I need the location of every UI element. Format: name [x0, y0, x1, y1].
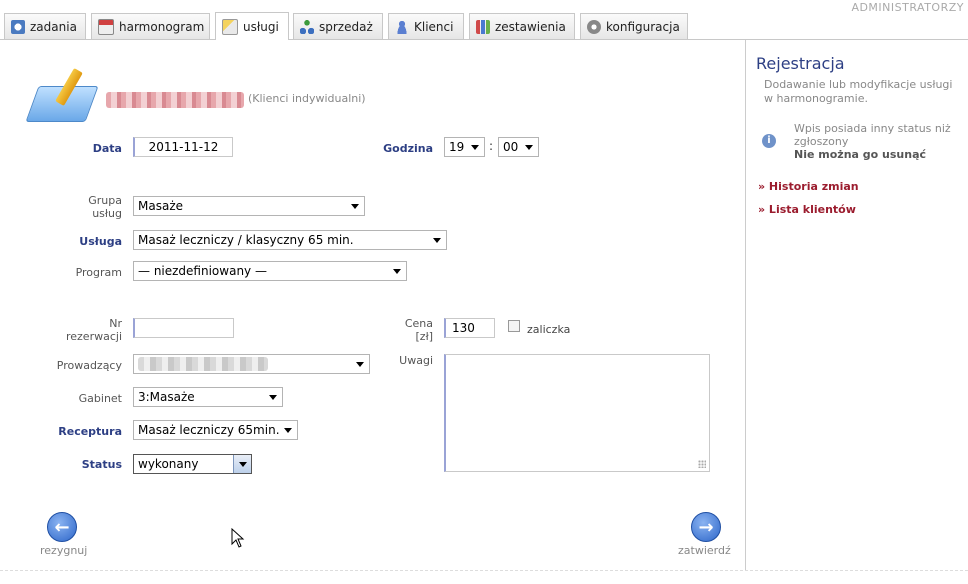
- confirm-button[interactable]: →: [691, 512, 721, 542]
- tab-klienci[interactable]: Klienci: [388, 13, 464, 39]
- network-icon: [300, 19, 314, 34]
- gear-icon: [587, 19, 601, 34]
- notes-textarea[interactable]: [444, 354, 710, 472]
- bar-chart-icon: [476, 19, 490, 34]
- arrow-left-icon: ←: [54, 516, 70, 538]
- status-label: Status: [81, 458, 122, 471]
- tab-konfiguracja[interactable]: konfiguracja: [580, 13, 688, 39]
- room-label: Gabinet: [78, 392, 122, 405]
- chevron-down-icon: [269, 395, 277, 400]
- tab-label: harmonogram: [119, 19, 205, 34]
- registration-form: (Klienci indywidualni) Data 2011-11-12 G…: [0, 40, 745, 570]
- tab-sprzedaz[interactable]: sprzedaż: [293, 13, 383, 39]
- sidebar: Rejestracja Dodawanie lub modyfikacje us…: [745, 40, 968, 570]
- reservation-label: Nr rezerwacji: [65, 317, 122, 343]
- time-label: Godzina: [383, 142, 433, 155]
- chevron-down-icon: [351, 204, 359, 209]
- time-separator: :: [489, 139, 494, 153]
- recipe-select[interactable]: Masaż leczniczy 65min.: [133, 420, 298, 440]
- arrow-right-icon: →: [698, 516, 714, 538]
- cancel-label: rezygnuj: [40, 544, 88, 557]
- confirm-label: zatwierdź: [678, 544, 731, 557]
- cancel-button[interactable]: ←: [47, 512, 77, 542]
- host-label: Prowadzący: [56, 359, 122, 372]
- tab-zestawienia[interactable]: zestawienia: [469, 13, 575, 39]
- host-select[interactable]: [133, 354, 370, 374]
- person-icon: [395, 19, 409, 34]
- client-name: [106, 92, 244, 108]
- group-select[interactable]: Masaże: [133, 196, 365, 216]
- chevron-down-icon: [284, 428, 292, 433]
- footer-divider: [0, 570, 968, 572]
- advance-label: zaliczka: [527, 323, 571, 336]
- tab-uslugi[interactable]: usługi: [215, 12, 289, 40]
- tab-label: zestawienia: [495, 19, 566, 34]
- service-value: Masaż leczniczy / klasyczny 65 min.: [138, 233, 354, 247]
- mouse-cursor-icon: [231, 528, 245, 548]
- pencil-note-icon: [222, 18, 238, 35]
- group-value: Masaże: [138, 199, 183, 213]
- status-select[interactable]: wykonany: [133, 454, 252, 474]
- program-value: — niezdefiniowany —: [138, 264, 267, 278]
- chevron-down-icon: [393, 269, 401, 274]
- resize-grip-icon[interactable]: [698, 460, 706, 468]
- service-label: Usługa: [79, 235, 122, 248]
- group-label: Grupa usług: [88, 194, 122, 220]
- status-info: Wpis posiada inny status niż zgłoszony N…: [794, 122, 959, 161]
- chevron-down-icon: [471, 145, 479, 150]
- tab-label: konfiguracja: [606, 19, 680, 34]
- program-label: Program: [75, 266, 122, 279]
- recipe-label: Receptura: [58, 425, 122, 438]
- status-info-text: Wpis posiada inny status niż zgłoszony: [794, 122, 951, 148]
- sidebar-title: Rejestracja: [756, 54, 845, 73]
- history-link[interactable]: » Historia zmian: [758, 180, 859, 193]
- user-group-label: ADMINISTRATORZY: [851, 1, 964, 14]
- tab-label: zadania: [30, 19, 77, 34]
- tab-label: usługi: [243, 19, 279, 34]
- tab-label: Klienci: [414, 19, 454, 34]
- room-select[interactable]: 3:Masaże: [133, 387, 283, 407]
- host-value: [138, 357, 268, 371]
- minute-value: 00: [503, 140, 519, 154]
- recipe-value: Masaż leczniczy 65min.: [138, 423, 280, 437]
- sidebar-description: Dodawanie lub modyfikacje usługi w harmo…: [764, 78, 953, 105]
- room-value: 3:Masaże: [138, 390, 195, 404]
- chevron-down-icon: [239, 462, 247, 467]
- tab-harmonogram[interactable]: harmonogram: [91, 13, 210, 39]
- tab-zadania[interactable]: zadania: [4, 13, 86, 39]
- tab-label: sprzedaż: [319, 19, 373, 34]
- status-dropdown-button[interactable]: [233, 455, 251, 473]
- clients-list-link[interactable]: » Lista klientów: [758, 203, 856, 216]
- price-field[interactable]: 130: [444, 318, 495, 338]
- hour-select[interactable]: 19: [444, 137, 485, 157]
- info-icon: i: [762, 134, 776, 148]
- advance-checkbox[interactable]: [508, 320, 520, 332]
- chevron-down-icon: [433, 238, 441, 243]
- minute-select[interactable]: 00: [498, 137, 539, 157]
- service-select[interactable]: Masaż leczniczy / klasyczny 65 min.: [133, 230, 447, 250]
- notes-label: Uwagi: [399, 354, 433, 367]
- date-label: Data: [92, 142, 122, 155]
- top-bar: ADMINISTRATORZY zadania harmonogram usłu…: [0, 0, 968, 40]
- clock-icon: [11, 19, 25, 34]
- reservation-field[interactable]: [133, 318, 234, 338]
- notepad-pencil-icon: [25, 68, 99, 124]
- calendar-icon: [98, 18, 114, 35]
- status-value: wykonany: [138, 457, 199, 471]
- program-select[interactable]: — niezdefiniowany —: [133, 261, 407, 281]
- chevron-down-icon: [525, 145, 533, 150]
- hour-value: 19: [449, 140, 465, 154]
- chevron-down-icon: [356, 362, 364, 367]
- status-info-warning: Nie można go usunąć: [794, 148, 927, 161]
- price-label: Cena [zł]: [404, 317, 433, 343]
- date-field[interactable]: 2011-11-12: [133, 137, 233, 157]
- client-type-label: (Klienci indywidualni): [248, 92, 366, 105]
